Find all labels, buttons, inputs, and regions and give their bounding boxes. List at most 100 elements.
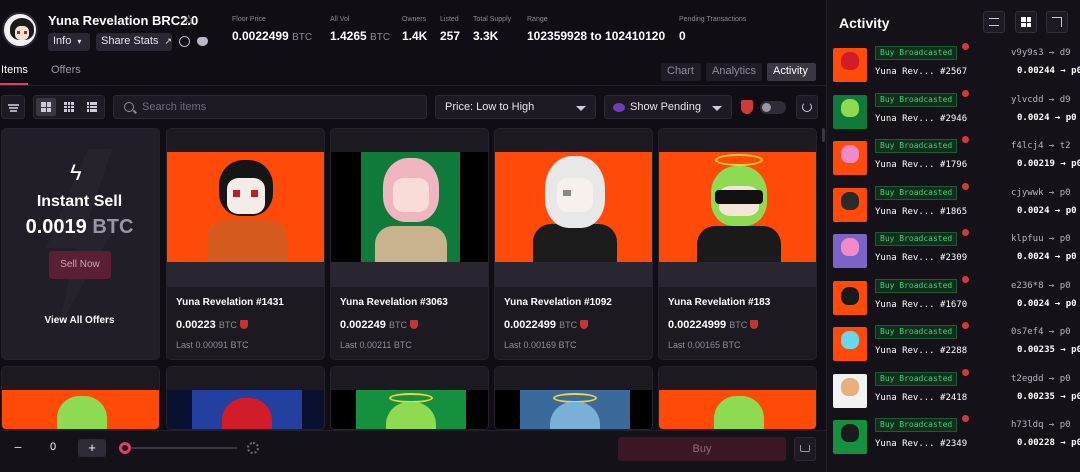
nft-card[interactable]: Yuna Revelation #1092 0.0022499 BTC Last…: [494, 128, 653, 360]
globe-icon[interactable]: [179, 36, 190, 47]
activity-filter-button[interactable]: [983, 11, 1005, 33]
tab-items[interactable]: Items: [1, 64, 28, 76]
small-grid-icon: [64, 102, 74, 112]
settings-gear-icon[interactable]: [247, 442, 259, 454]
status-dot: [962, 415, 969, 422]
activity-row[interactable]: Buy Broadcasted Yuna Rev... #1796 f4lcj4…: [827, 136, 1080, 183]
view-all-offers-link[interactable]: View All Offers: [0, 315, 159, 326]
bolt-background-graphic: [46, 149, 118, 329]
search-icon: [124, 102, 134, 112]
filter-button[interactable]: [1, 95, 25, 119]
share-stats-button[interactable]: Share Stats ↗: [96, 33, 172, 51]
activity-thumbnail: [833, 327, 867, 361]
tab-offers[interactable]: Offers: [51, 64, 81, 76]
search-input[interactable]: [142, 98, 422, 116]
activity-item-name: Yuna Rev... #2288: [875, 346, 968, 356]
toggle-knob: [762, 103, 771, 112]
eye-icon: [613, 103, 625, 112]
nft-image-footer: [659, 262, 816, 287]
activity-row[interactable]: Buy Broadcasted Yuna Rev... #2418 t2egdd…: [827, 369, 1080, 416]
nft-image: [495, 390, 652, 429]
activity-row[interactable]: Buy Broadcasted Yuna Rev... #2946 ylvcdd…: [827, 90, 1080, 137]
nft-price: 0.0022499 BTC: [504, 319, 589, 331]
activity-item-name: Yuna Rev... #2418: [875, 393, 968, 403]
activity-thumbnail: [833, 48, 867, 82]
status-dot: [962, 229, 969, 236]
chevron-down-icon: ▾: [77, 37, 82, 46]
status-dot: [962, 183, 969, 190]
quantity-slider-handle[interactable]: [119, 442, 131, 454]
activity-address: v9y9s3 → d9: [1011, 48, 1071, 58]
grid-scrollbar[interactable]: [822, 128, 825, 142]
refresh-button[interactable]: [796, 95, 818, 119]
external-link-icon: ↗: [164, 36, 173, 46]
nft-card[interactable]: [658, 366, 817, 430]
tab-divider: [0, 85, 826, 86]
activity-address: klpfuu → p0: [1011, 234, 1071, 244]
nft-card[interactable]: Yuna Revelation #1431 0.00223 BTC Last 0…: [166, 128, 325, 360]
cart-button[interactable]: [794, 437, 816, 461]
caret-down-icon: [576, 106, 586, 111]
instant-sell-title: Instant Sell: [36, 193, 123, 210]
activity-thumbnail: [833, 234, 867, 268]
stat-number: 1.4265: [330, 29, 367, 43]
status-dot: [962, 276, 969, 283]
cart-icon: [800, 445, 810, 452]
discord-icon[interactable]: [197, 37, 208, 46]
chart-view-button[interactable]: Chart: [661, 63, 701, 81]
activity-row[interactable]: Buy Broadcasted Yuna Rev... #1670 e236*8…: [827, 276, 1080, 323]
activity-row[interactable]: Buy Broadcasted Yuna Rev... #2309 klpfuu…: [827, 229, 1080, 276]
activity-title: Activity: [839, 15, 890, 31]
activity-thumbnail: [833, 141, 867, 175]
shield-icon: [580, 320, 589, 329]
pending-select[interactable]: Show Pending: [604, 95, 732, 119]
sort-select[interactable]: Price: Low to High: [435, 95, 596, 119]
info-dropdown-button[interactable]: Info ▾: [48, 33, 90, 51]
activity-address: 0s7ef4 → p0: [1011, 327, 1071, 337]
small-grid-layout-button[interactable]: [59, 98, 79, 116]
nft-card[interactable]: Yuna Revelation #3063 0.002249 BTC Last …: [330, 128, 489, 360]
stat-number: 0.0022499: [232, 29, 289, 43]
stat-label: All Vol: [330, 16, 350, 23]
activity-grid-button[interactable]: [1015, 11, 1037, 33]
sell-now-button[interactable]: Sell Now: [49, 251, 111, 279]
quantity-decrease-button[interactable]: −: [8, 439, 28, 457]
bulk-buy-bar: − 0 + Buy: [0, 430, 826, 472]
activity-row[interactable]: Buy Broadcasted Yuna Rev... #2349 h73ldq…: [827, 415, 1080, 462]
protection-toggle[interactable]: [760, 101, 786, 114]
nft-card[interactable]: [330, 366, 489, 430]
activity-price: 0.00235 → p0: [1017, 345, 1080, 355]
large-grid-layout-button[interactable]: [36, 98, 56, 116]
quantity-slider-track[interactable]: [131, 447, 237, 449]
instant-sell-currency: BTC: [92, 216, 134, 238]
nft-price: 0.00223 BTC: [176, 319, 248, 331]
favorite-star-icon[interactable]: ☆: [183, 12, 195, 28]
nft-card[interactable]: [1, 366, 160, 430]
nft-card[interactable]: Yuna Revelation #183 0.00224999 BTC Last…: [658, 128, 817, 360]
quantity-increase-button[interactable]: +: [78, 439, 106, 457]
activity-price: 0.00244 → p0: [1017, 66, 1080, 76]
analytics-view-button[interactable]: Analytics: [706, 63, 762, 81]
activity-thumbnail: [833, 95, 867, 129]
activity-item-name: Yuna Rev... #1796: [875, 160, 968, 170]
nft-price: 0.00224999 BTC: [668, 319, 759, 331]
activity-view-button[interactable]: Activity: [767, 63, 816, 81]
activity-row[interactable]: Buy Broadcasted Yuna Rev... #1865 cjywwk…: [827, 183, 1080, 230]
status-badge: Buy Broadcasted: [875, 93, 958, 107]
grid-icon: [1021, 17, 1031, 27]
activity-row[interactable]: Buy Broadcasted Yuna Rev... #2567 v9y9s3…: [827, 43, 1080, 90]
list-layout-button[interactable]: [82, 98, 102, 116]
status-badge: Buy Broadcasted: [875, 46, 958, 60]
nft-card[interactable]: [494, 366, 653, 430]
activity-panel: Activity Buy Broadcasted Yuna Rev... #25…: [826, 0, 1080, 472]
nft-card[interactable]: [166, 366, 325, 430]
status-badge: Buy Broadcasted: [875, 139, 958, 153]
buy-button[interactable]: Buy: [618, 437, 786, 461]
activity-row[interactable]: Buy Broadcasted Yuna Rev... #2288 0s7ef4…: [827, 322, 1080, 369]
nft-last-sale: Last 0.00091 BTC: [176, 340, 249, 350]
activity-address: e236*8 → p0: [1011, 281, 1071, 291]
instant-sell-amount: 0.0019: [25, 216, 87, 238]
activity-address: ylvcdd → d9: [1011, 95, 1071, 105]
quantity-value[interactable]: 0: [50, 441, 56, 453]
activity-expand-button[interactable]: [1046, 11, 1068, 33]
